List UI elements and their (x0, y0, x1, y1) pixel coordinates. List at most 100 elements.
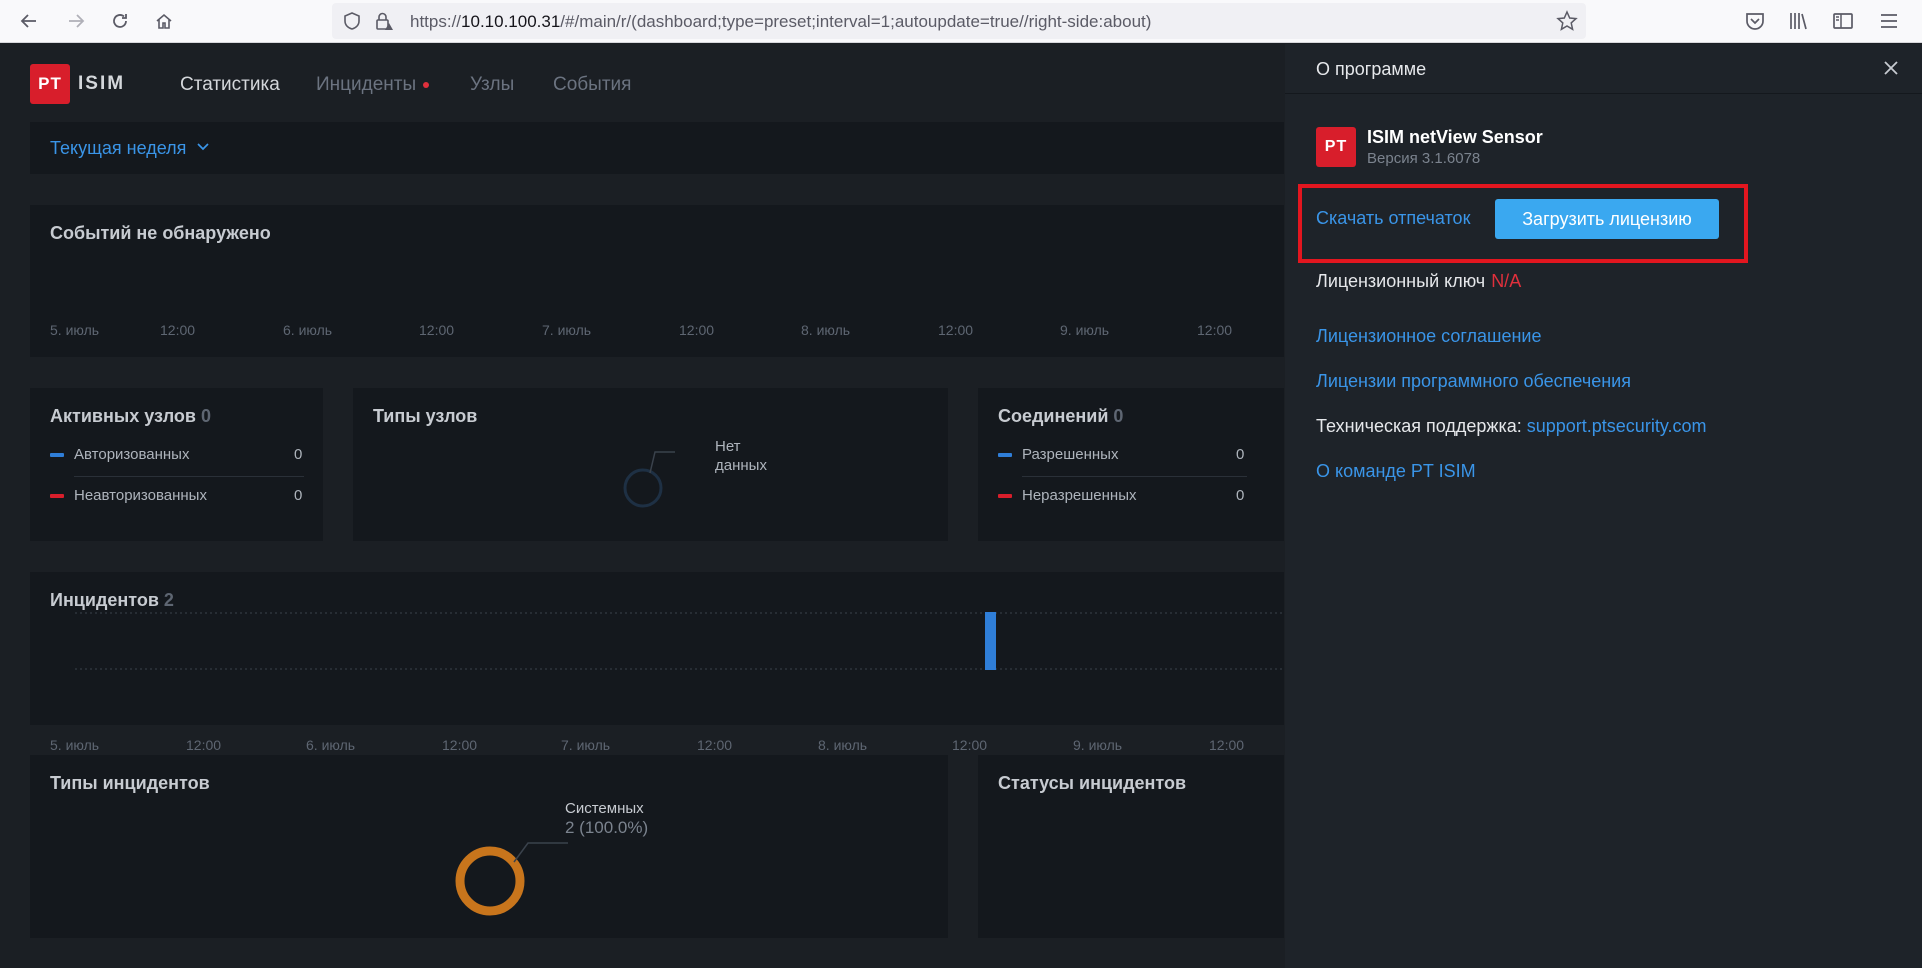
incident-statuses-title: Статусы инцидентов (998, 773, 1187, 793)
tab-incidents-label: Инциденты (316, 74, 417, 95)
divider (74, 476, 304, 477)
axis-tick-label: 12:00 (442, 737, 478, 753)
active-nodes-card: Активных узлов 0 Авторизованных 0 Неавто… (30, 388, 323, 541)
drawer-title: О программе (1316, 59, 1427, 79)
axis-tick-label: 8. июль (818, 737, 868, 753)
tab-incidents[interactable]: Инциденты (316, 74, 430, 96)
incident-types-card: Типы инцидентов Системных 2 (100.0%) (30, 755, 948, 938)
team-link[interactable]: О команде PT ISIM (1316, 461, 1476, 482)
unauthorized-legend-swatch (50, 494, 64, 498)
incidents-count: 2 (163, 590, 174, 610)
forward-icon[interactable] (61, 6, 91, 36)
axis-tick-label: 12:00 (679, 322, 715, 338)
axis-tick-label: 12:00 (160, 322, 196, 338)
no-data-label-1: Нет (715, 438, 741, 455)
allowed-value: 0 (1236, 446, 1245, 463)
product-version: Версия 3.1.6078 (1367, 150, 1481, 167)
product-logo: PT (1316, 127, 1356, 167)
axis-tick-label: 9. июль (1060, 322, 1110, 338)
download-fingerprint-link[interactable]: Скачать отпечаток (1316, 208, 1470, 229)
tab-events[interactable]: События (553, 74, 631, 96)
upload-license-button[interactable]: Загрузить лицензию (1495, 199, 1719, 239)
active-nodes-count: 0 (200, 406, 211, 426)
node-types-title: Типы узлов (373, 406, 478, 426)
menu-icon[interactable] (1876, 8, 1902, 34)
axis-tick-label: 12:00 (938, 322, 974, 338)
connections-card: Соединений 0 Разрешенных 0 Неразрешенных… (978, 388, 1284, 541)
axis-tick-label: 7. июль (542, 322, 592, 338)
tab-nodes[interactable]: Узлы (470, 74, 514, 96)
system-incidents-slice[interactable] (455, 846, 525, 916)
period-label: Текущая неделя (50, 138, 187, 158)
home-icon[interactable] (149, 6, 179, 36)
unauthorized-value: 0 (294, 487, 303, 504)
drawer-header: О программе (1285, 44, 1922, 94)
denied-label: Неразрешенных (1022, 487, 1137, 504)
no-data-label-2: данных (715, 457, 767, 474)
axis-tick-label: 5. июль (50, 737, 100, 753)
axis-tick-label: 9. июль (1073, 737, 1123, 753)
axis-tick-label: 7. июль (561, 737, 611, 753)
axis-tick-label: 12:00 (952, 737, 988, 753)
connections-title: Соединений 0 (998, 406, 1124, 426)
axis-tick-label: 8. июль (801, 322, 851, 338)
address-bar[interactable]: https://10.10.100.31/#/main/r/(dashboard… (332, 3, 1586, 39)
denied-legend-swatch (998, 494, 1012, 498)
url-text: https://10.10.100.31/#/main/r/(dashboard… (410, 12, 1152, 31)
reload-icon[interactable] (105, 6, 135, 36)
software-licenses-link[interactable]: Лицензии программного обеспечения (1316, 371, 1631, 392)
unauthorized-label: Неавторизованных (74, 487, 207, 504)
shield-icon[interactable] (342, 11, 362, 31)
axis-tick-label: 12:00 (697, 737, 733, 753)
authorized-legend-swatch (50, 453, 64, 457)
slice-value: 2 (100.0%) (565, 818, 649, 837)
support-row: Техническая поддержка: support.ptsecurit… (1316, 416, 1707, 437)
incident-bar[interactable] (985, 612, 996, 670)
browser-toolbar: https://10.10.100.31/#/main/r/(dashboard… (0, 0, 1922, 43)
allowed-label: Разрешенных (1022, 446, 1119, 463)
axis-tick-label: 6. июль (306, 737, 356, 753)
incident-statuses-card: Статусы инцидентов (978, 755, 1284, 938)
axis-tick-label: 12:00 (419, 322, 455, 338)
logo-text: ISIM (78, 73, 126, 94)
incident-alert-dot (423, 81, 430, 88)
events-panel: Событий не обнаружено 5. июль 12:00 6. июл… (30, 205, 1284, 357)
axis-tick-label: 6. июль (283, 322, 333, 338)
chevron-down-icon (197, 143, 209, 151)
license-agreement-link[interactable]: Лицензионное соглашение (1316, 326, 1542, 347)
period-selector[interactable]: Текущая неделя (30, 122, 1284, 174)
axis-tick-label: 12:00 (1209, 737, 1245, 753)
product-name: ISIM netView Sensor (1367, 127, 1543, 147)
axis-tick-label: 12:00 (1197, 322, 1233, 338)
authorized-value: 0 (294, 446, 303, 463)
license-key-label: Лицензионный ключ (1316, 271, 1486, 291)
connections-count: 0 (1113, 406, 1124, 426)
axis-tick-label: 12:00 (186, 737, 222, 753)
bookmark-star-icon[interactable] (1556, 10, 1578, 32)
authorized-label: Авторизованных (74, 446, 190, 463)
denied-value: 0 (1236, 487, 1245, 504)
license-key-value: N/A (1491, 271, 1522, 291)
events-title: Событий не обнаружено (50, 223, 271, 243)
tab-statistics[interactable]: Статистика (180, 74, 280, 96)
incidents-chart (75, 612, 1284, 670)
support-link[interactable]: support.ptsecurity.com (1527, 416, 1707, 436)
sidebar-icon[interactable] (1830, 8, 1856, 34)
node-types-card: Типы узлов Нет данных (353, 388, 948, 541)
slice-label: Системных (565, 800, 644, 817)
about-drawer: О программе PT ISIM netView Sensor Верси… (1285, 44, 1922, 968)
divider (1022, 476, 1247, 477)
close-icon[interactable] (1881, 58, 1901, 78)
support-label: Техническая поддержка: (1316, 416, 1522, 436)
lock-warning-icon[interactable] (374, 11, 394, 31)
empty-donut-chart (623, 451, 675, 508)
allowed-legend-swatch (998, 453, 1012, 457)
library-icon[interactable] (1786, 8, 1812, 34)
back-icon[interactable] (14, 6, 44, 36)
incident-types-title: Типы инцидентов (50, 773, 210, 793)
incident-types-donut (455, 842, 568, 916)
pocket-icon[interactable] (1742, 8, 1768, 34)
active-nodes-title: Активных узлов 0 (50, 406, 211, 426)
axis-tick-label: 5. июль (50, 322, 100, 338)
pt-logo[interactable]: PT (30, 64, 70, 104)
